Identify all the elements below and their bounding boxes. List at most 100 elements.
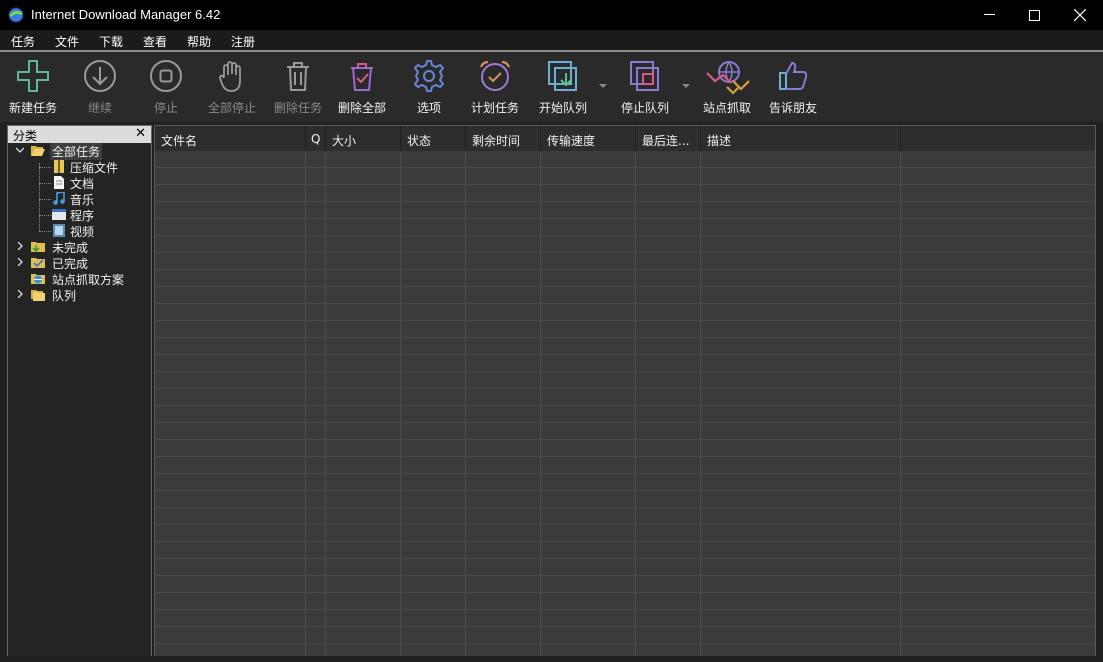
delete-all-label: 删除全部	[337, 101, 386, 115]
tree-label-finished: 已完成	[52, 257, 89, 271]
document-icon	[54, 176, 64, 189]
plus-icon	[17, 60, 49, 92]
category-panel: 分类 ✕ 全部任务 压缩文件 文档 音乐 程序 视频 未完成 已完成 站点抓取方…	[7, 125, 152, 658]
tree-item-grabber-projects[interactable]: 站点抓取方案	[8, 271, 151, 287]
gear-icon	[413, 60, 445, 92]
new-task-button[interactable]: 新建任务	[2, 52, 64, 118]
chevron-right-icon[interactable]	[16, 290, 24, 298]
column-header-filename[interactable]: 文件名	[155, 126, 306, 151]
grabber-folder-icon	[31, 274, 45, 284]
close-icon	[1074, 9, 1086, 21]
column-divider	[700, 151, 701, 657]
delete-all-button[interactable]: 删除全部	[331, 52, 393, 118]
column-divider	[400, 151, 401, 657]
download-list-rows[interactable]	[155, 151, 1095, 657]
resume-button[interactable]: 继续	[69, 52, 131, 118]
window-bottom-edge	[0, 656, 1103, 662]
tree-item-finished[interactable]: 已完成	[8, 255, 151, 271]
category-panel-close-button[interactable]: ✕	[135, 126, 146, 141]
minimize-icon	[983, 14, 995, 15]
menu-register[interactable]: 注册	[231, 33, 255, 50]
video-icon	[53, 224, 65, 237]
stop-all-button[interactable]: 全部停止	[201, 52, 263, 118]
tree-item-unfinished[interactable]: 未完成	[8, 239, 151, 255]
minimize-button[interactable]	[966, 0, 1012, 30]
delete-task-label: 删除任务	[273, 101, 322, 115]
stop-queue-dropdown-icon[interactable]	[682, 83, 690, 89]
toolbar: 新建任务 继续 停止 全部停止 删除任务 删除全部 选项 计划任务 开始队列 停…	[0, 52, 1103, 122]
tree-item-all-tasks[interactable]: 全部任务	[8, 143, 151, 160]
tree-label-music: 音乐	[70, 193, 95, 207]
archive-icon	[54, 160, 64, 173]
idm-logo-icon	[8, 7, 24, 23]
site-grabber-icon	[706, 61, 750, 95]
start-queue-dropdown-icon[interactable]	[599, 83, 607, 89]
close-window-button[interactable]	[1057, 0, 1103, 30]
column-header-queue[interactable]: Q	[306, 126, 326, 151]
options-button[interactable]: 选项	[398, 52, 460, 118]
column-header-size[interactable]: 大小	[326, 126, 401, 151]
column-label-size: 大小	[332, 134, 357, 148]
new-task-label: 新建任务	[8, 101, 57, 115]
tell-friend-button[interactable]: 告诉朋友	[762, 52, 824, 118]
scheduler-button[interactable]: 计划任务	[464, 52, 526, 118]
music-icon	[53, 192, 65, 205]
column-label-status: 状态	[407, 134, 432, 148]
tree-label-compressed: 压缩文件	[70, 161, 119, 175]
stop-queue-button[interactable]: 停止队列	[614, 52, 676, 118]
tree-item-compressed[interactable]: 压缩文件	[8, 159, 151, 175]
delete-task-button[interactable]: 删除任务	[267, 52, 329, 118]
column-header-time-left[interactable]: 剩余时间	[466, 126, 541, 151]
start-queue-icon	[548, 61, 577, 91]
tree-item-video[interactable]: 视频	[8, 223, 151, 239]
download-arrow-icon	[84, 60, 116, 92]
tell-friend-label: 告诉朋友	[768, 101, 817, 115]
column-label-filename: 文件名	[161, 134, 198, 148]
category-header-label: 分类	[13, 129, 38, 143]
window-title: Internet Download Manager 6.42	[31, 7, 221, 22]
column-header-empty	[901, 126, 1094, 151]
start-queue-label: 开始队列	[538, 101, 587, 115]
column-header-last-try[interactable]: 最后连...	[636, 126, 701, 151]
column-divider	[635, 151, 636, 657]
folder-open-icon	[31, 146, 45, 156]
trash-check-icon	[351, 63, 373, 91]
tree-item-music[interactable]: 音乐	[8, 191, 151, 207]
chevron-down-icon[interactable]	[16, 146, 24, 154]
menu-help[interactable]: 帮助	[187, 33, 211, 50]
tree-item-queues[interactable]: 队列	[8, 287, 151, 303]
tree-label-grabber-projects: 站点抓取方案	[52, 273, 125, 287]
tree-label-documents: 文档	[70, 177, 95, 191]
options-label: 选项	[416, 101, 441, 115]
trash-icon	[287, 62, 309, 91]
column-header-description[interactable]: 描述	[701, 126, 901, 151]
column-divider	[900, 151, 901, 657]
menu-view[interactable]: 查看	[143, 33, 167, 50]
column-divider	[540, 151, 541, 657]
column-header-transfer-rate[interactable]: 传输速度	[541, 126, 636, 151]
site-grabber-button[interactable]: 站点抓取	[696, 52, 758, 118]
column-header-status[interactable]: 状态	[401, 126, 466, 151]
maximize-button[interactable]	[1011, 0, 1057, 30]
program-icon	[52, 209, 66, 220]
stop-all-label: 全部停止	[207, 101, 256, 115]
site-grabber-label: 站点抓取	[702, 101, 751, 115]
chevron-right-icon[interactable]	[16, 242, 24, 250]
stop-queue-icon	[630, 61, 659, 91]
stop-button[interactable]: 停止	[135, 52, 197, 118]
hand-icon	[219, 61, 241, 92]
chevron-right-icon[interactable]	[16, 258, 24, 266]
column-label-description: 描述	[707, 134, 732, 148]
column-label-time-left: 剩余时间	[472, 134, 521, 148]
tree-label-queues: 队列	[52, 289, 77, 303]
menu-task[interactable]: 任务	[11, 33, 35, 50]
title-bar: Internet Download Manager 6.42	[0, 0, 1103, 30]
column-label-queue: Q	[311, 132, 321, 146]
tree-item-programs[interactable]: 程序	[8, 207, 151, 223]
folder-unfinished-icon	[31, 242, 45, 253]
menu-file[interactable]: 文件	[55, 33, 79, 50]
start-queue-button[interactable]: 开始队列	[532, 52, 594, 118]
tree-item-documents[interactable]: 文档	[8, 175, 151, 191]
download-list[interactable]: 文件名 Q 大小 状态 剩余时间 传输速度 最后连... 描述	[154, 125, 1096, 658]
menu-download[interactable]: 下载	[99, 33, 123, 50]
